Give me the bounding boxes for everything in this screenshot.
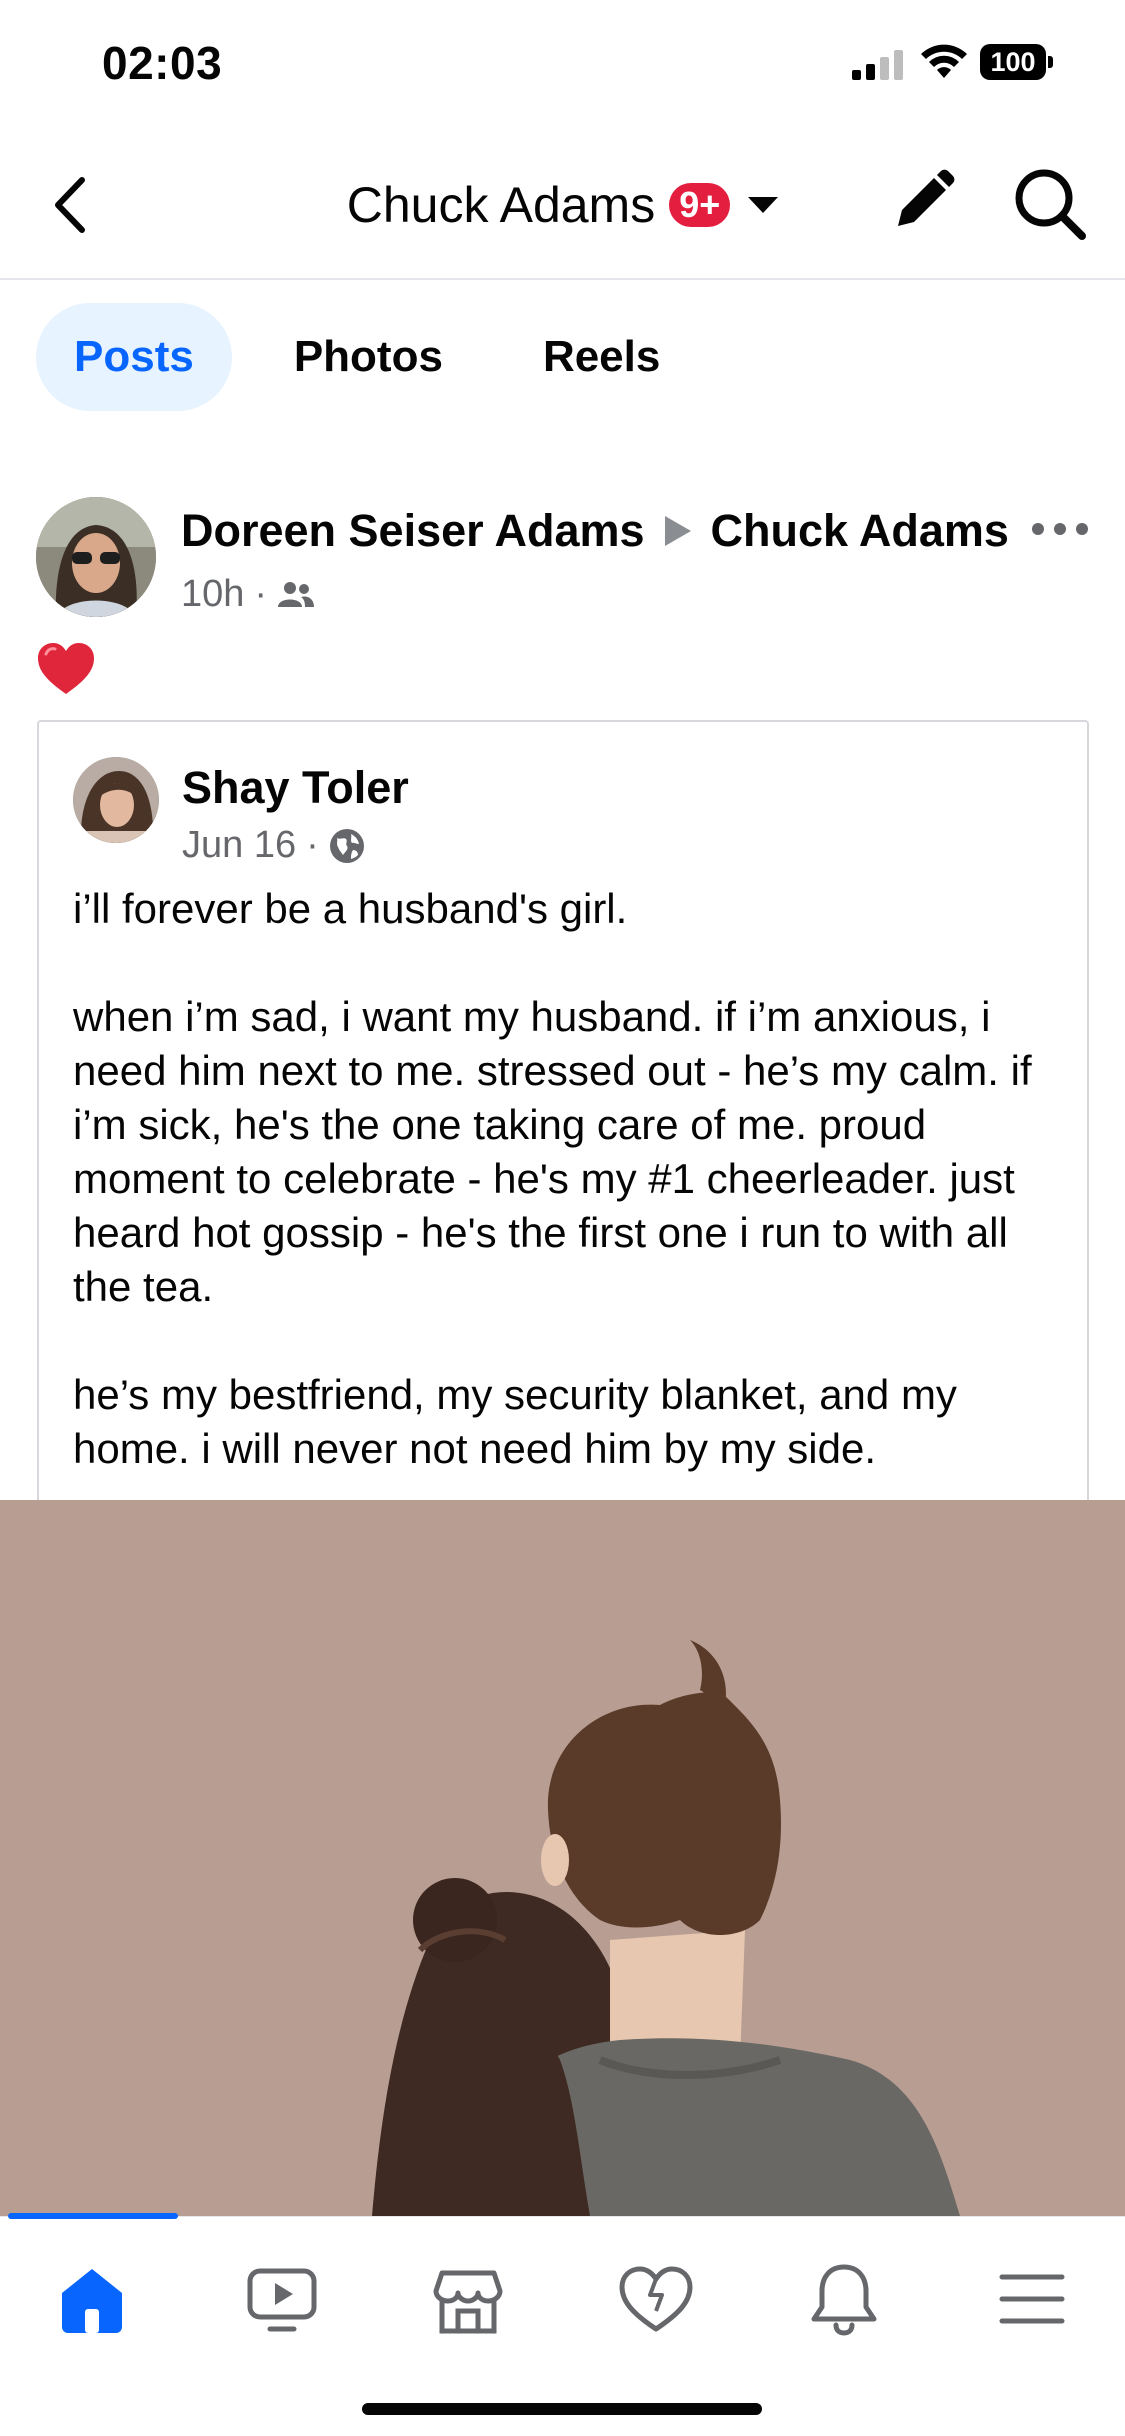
signal-icon — [852, 50, 903, 80]
search-icon[interactable] — [1012, 166, 1088, 242]
video-icon[interactable] — [242, 2259, 322, 2339]
dating-heart-icon[interactable] — [616, 2259, 696, 2339]
top-nav: Chuck Adams 9+ — [0, 130, 1125, 280]
marketplace-icon[interactable] — [428, 2259, 508, 2339]
tab-reels[interactable]: Reels — [505, 303, 698, 411]
shared-post-author[interactable]: Shay Toler — [182, 762, 409, 814]
meta-dot: · — [306, 824, 319, 866]
shared-post-meta: Jun 16 · — [182, 824, 365, 867]
friends-icon — [278, 581, 315, 607]
avatar[interactable] — [36, 497, 156, 617]
status-bar: 02:03 100 — [0, 0, 1125, 130]
notification-badge: 9+ — [669, 183, 731, 227]
home-icon[interactable] — [52, 2259, 132, 2339]
edit-icon[interactable] — [888, 166, 958, 236]
active-tab-indicator — [8, 2213, 178, 2219]
meta-dot: · — [254, 573, 268, 615]
shared-to-arrow-icon — [664, 516, 691, 546]
post-image[interactable] — [0, 1500, 1125, 2216]
post-target[interactable]: Chuck Adams — [711, 505, 1009, 557]
home-indicator[interactable] — [362, 2403, 762, 2415]
avatar[interactable] — [73, 757, 159, 843]
chevron-down-icon[interactable] — [748, 197, 779, 213]
profile-switcher[interactable]: Chuck Adams 9+ — [347, 170, 779, 240]
tab-photos[interactable]: Photos — [256, 303, 481, 411]
globe-icon — [329, 828, 364, 863]
post-meta: 10h · — [181, 573, 315, 616]
tab-posts[interactable]: Posts — [36, 303, 232, 411]
wifi-icon — [921, 44, 967, 78]
notifications-bell-icon[interactable] — [804, 2259, 884, 2339]
more-options-icon[interactable] — [1032, 512, 1088, 546]
shared-post-text: i’ll forever be a husband's girl. when i… — [73, 885, 1032, 1472]
shared-post-card[interactable]: Shay Toler Jun 16 · i’ll forever be a hu… — [37, 720, 1089, 1520]
post-author-line: Doreen Seiser Adams Chuck Adams — [181, 505, 1009, 557]
battery-icon: 100 — [980, 44, 1054, 80]
status-time: 02:03 — [102, 37, 223, 89]
shared-post-date[interactable]: Jun 16 — [182, 824, 296, 867]
page-title: Chuck Adams — [346, 177, 656, 233]
post-time[interactable]: 10h — [181, 573, 244, 616]
menu-icon[interactable] — [992, 2259, 1072, 2339]
bottom-nav — [0, 2213, 1125, 2436]
battery-level: 100 — [980, 44, 1046, 80]
red-heart-icon — [38, 643, 94, 694]
profile-tabs: Posts Photos Reels — [36, 302, 722, 412]
post-author[interactable]: Doreen Seiser Adams — [181, 505, 645, 557]
